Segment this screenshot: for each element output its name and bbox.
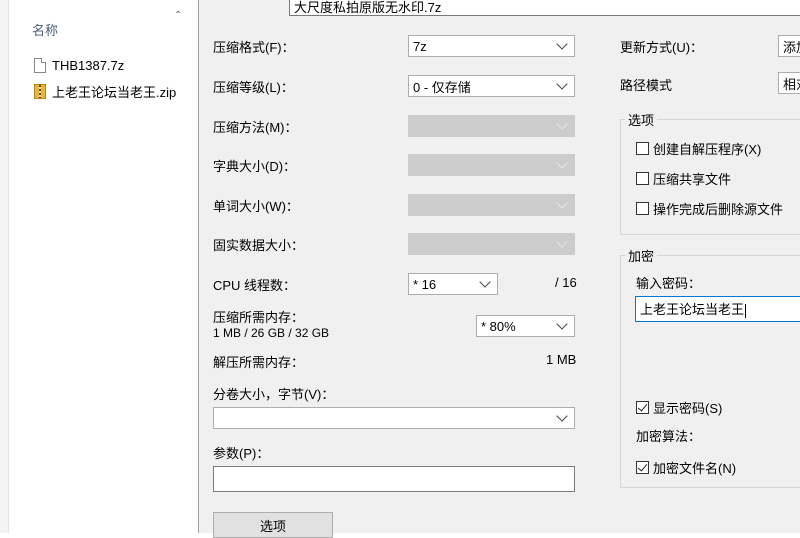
level-select[interactable]: 0 - 仅存储 <box>408 75 575 97</box>
word-size-label: 单词大小(W)： <box>213 199 299 214</box>
encrypt-filenames-checkbox[interactable]: 加密文件名(N) <box>636 458 736 477</box>
solid-size-select <box>408 233 575 255</box>
memory-usage-select[interactable]: * 80% <box>476 315 575 337</box>
create-sfx-checkbox[interactable]: 创建自解压程序(X) <box>636 139 761 158</box>
compress-shared-checkbox[interactable]: 压缩共享文件 <box>636 169 731 188</box>
word-size-select <box>408 194 575 216</box>
compress-memory-label: 压缩所需内存： <box>213 310 305 325</box>
encryption-group-title: 加密 <box>625 246 658 265</box>
dict-size-select <box>408 154 575 176</box>
cpu-threads-total: / 16 <box>555 275 577 290</box>
password-input[interactable]: 上老王论坛当老王 <box>635 296 800 322</box>
chevron-down-icon <box>556 157 568 169</box>
cpu-threads-label: CPU 线程数： <box>213 278 297 293</box>
column-header-name[interactable]: 名称 <box>32 20 58 39</box>
checkbox-box[interactable] <box>636 142 649 155</box>
sort-ascending-icon[interactable]: ⌃ <box>174 10 182 21</box>
level-label: 压缩等级(L)： <box>213 80 294 95</box>
encryption-method-label: 加密算法： <box>636 429 702 444</box>
archive-name-input[interactable]: 大尺度私拍原版无水印.7z <box>289 0 800 16</box>
chevron-down-icon <box>556 118 568 130</box>
solid-size-label: 固实数据大小： <box>213 238 305 253</box>
navigation-strip <box>0 0 9 533</box>
checkbox-box[interactable] <box>636 202 649 215</box>
split-volume-label: 分卷大小，字节(V)： <box>213 387 335 402</box>
level-value: 0 - 仅存储 <box>413 79 471 95</box>
chevron-down-icon <box>556 318 568 330</box>
checkbox-label: 创建自解压程序(X) <box>653 142 762 157</box>
file-name: THB1387.7z <box>52 57 125 73</box>
parameters-input[interactable] <box>213 466 575 492</box>
decompress-memory-label: 解压所需内存： <box>213 355 305 370</box>
chevron-down-icon <box>556 410 568 422</box>
split-volume-select[interactable] <box>213 407 575 429</box>
update-mode-label: 更新方式(U)： <box>620 40 704 55</box>
checkbox-box[interactable] <box>636 401 649 414</box>
options-group-title: 选项 <box>625 110 658 129</box>
text-caret <box>745 303 747 318</box>
password-label: 输入密码： <box>636 276 702 291</box>
memory-usage-value: * 80% <box>481 318 516 334</box>
file-icon <box>34 57 46 73</box>
format-value: 7z <box>413 38 427 54</box>
chevron-down-icon <box>556 236 568 248</box>
chevron-down-icon <box>556 78 568 90</box>
path-mode-select[interactable]: 相对 <box>778 72 800 94</box>
checkbox-label: 加密文件名(N) <box>653 461 737 476</box>
file-item[interactable]: 上老王论坛当老王.zip <box>34 81 176 101</box>
format-label: 压缩格式(F)： <box>213 40 295 55</box>
checkbox-label: 压缩共享文件 <box>653 172 732 187</box>
delete-after-checkbox[interactable]: 操作完成后删除源文件 <box>636 199 783 218</box>
format-select[interactable]: 7z <box>408 35 575 57</box>
chevron-down-icon <box>556 38 568 50</box>
options-button[interactable]: 选项 <box>213 512 333 538</box>
update-mode-value: 添加 <box>783 39 800 55</box>
update-mode-select[interactable]: 添加 <box>778 35 800 57</box>
file-explorer-pane: ⌃ 名称 THB1387.7z 上老王论坛当老王.zip <box>0 0 198 533</box>
file-name: 上老王论坛当老王.zip <box>52 84 177 100</box>
method-label: 压缩方法(M)： <box>213 120 298 135</box>
chevron-down-icon <box>556 197 568 209</box>
parameters-label: 参数(P)： <box>213 446 270 461</box>
show-password-checkbox[interactable]: 显示密码(S) <box>636 398 722 417</box>
cpu-threads-select[interactable]: * 16 <box>408 273 498 295</box>
path-mode-label: 路径模式 <box>620 78 673 93</box>
chevron-down-icon <box>479 276 491 288</box>
cpu-threads-value: * 16 <box>413 276 437 292</box>
method-select <box>408 115 575 137</box>
checkbox-box[interactable] <box>636 172 649 185</box>
checkbox-box[interactable] <box>636 461 649 474</box>
dict-size-label: 字典大小(D)： <box>213 159 297 174</box>
file-item[interactable]: THB1387.7z <box>34 55 124 75</box>
checkbox-label: 操作完成后删除源文件 <box>653 202 784 217</box>
checkbox-label: 显示密码(S) <box>653 401 723 416</box>
password-text: 上老王论坛当老王 <box>640 302 745 317</box>
compress-memory-value: 1 MB / 26 GB / 32 GB <box>213 326 330 340</box>
path-mode-value: 相对 <box>783 76 800 92</box>
zip-archive-icon <box>34 83 46 99</box>
decompress-memory-value: 1 MB <box>546 352 577 367</box>
